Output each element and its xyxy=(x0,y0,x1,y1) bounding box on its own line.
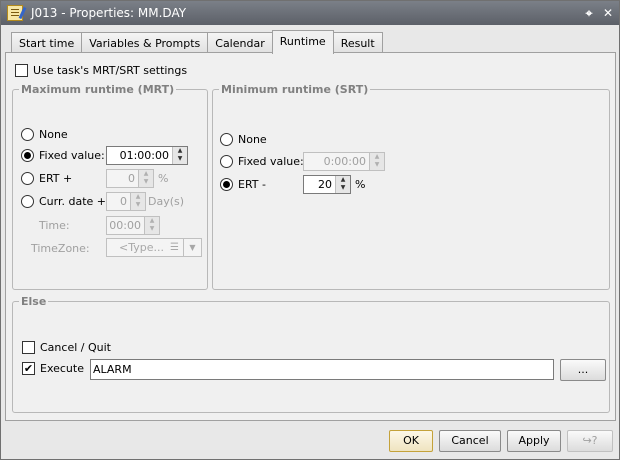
spin-down-icon[interactable]: ▼ xyxy=(173,155,187,163)
spin-down-icon[interactable]: ▼ xyxy=(139,178,153,186)
mrt-timezone-label: TimeZone: xyxy=(31,242,90,255)
mrt-fixed-label: Fixed value: xyxy=(39,149,105,162)
mrt-ert-radio[interactable] xyxy=(21,172,34,185)
mrt-ert-spinner[interactable]: 0 ▲ ▼ xyxy=(106,169,154,188)
mrt-curr-date-spinner[interactable]: 0 ▲ ▼ xyxy=(106,192,146,211)
srt-ert-radio[interactable] xyxy=(220,178,233,191)
browse-button[interactable]: ... xyxy=(560,359,606,381)
mrt-fixed-value-spinner[interactable]: 01:00:00 ▲ ▼ xyxy=(106,146,188,165)
srt-none-radio[interactable] xyxy=(220,133,233,146)
mrt-none-radio[interactable] xyxy=(21,128,34,141)
srt-ert-spinner[interactable]: 20 ▲ ▼ xyxy=(303,175,351,194)
mrt-ert-label: ERT + xyxy=(39,172,73,185)
mrt-ert-value: 0 xyxy=(128,172,135,185)
spin-up-icon[interactable]: ▲ xyxy=(173,147,187,155)
mrt-curr-date-unit: Day(s) xyxy=(148,195,185,208)
srt-group: Minimum runtime (SRT) xyxy=(212,83,610,290)
tab-start-time[interactable]: Start time xyxy=(11,32,83,54)
cancel-button[interactable]: Cancel xyxy=(439,430,501,452)
mrt-timezone-placeholder: <Type... xyxy=(119,241,164,254)
pin-icon[interactable]: ⌖ xyxy=(581,5,597,21)
spin-up-icon[interactable]: ▲ xyxy=(370,153,384,161)
properties-icon xyxy=(7,5,23,21)
mrt-ert-unit: % xyxy=(158,172,169,185)
cancel-quit-checkbox[interactable] xyxy=(22,341,35,354)
help-icon: ↪? xyxy=(582,434,598,447)
title-bar[interactable]: J013 - Properties: MM.DAY ⌖ ✕ xyxy=(1,1,619,25)
mrt-legend: Maximum runtime (MRT) xyxy=(21,83,175,96)
tab-calendar[interactable]: Calendar xyxy=(207,32,273,54)
spin-down-icon[interactable]: ▼ xyxy=(131,201,145,209)
use-task-settings-label: Use task's MRT/SRT settings xyxy=(33,64,188,77)
tab-variables-prompts[interactable]: Variables & Prompts xyxy=(81,32,209,54)
chevron-down-icon[interactable]: ▼ xyxy=(183,239,201,256)
else-group: Else xyxy=(12,295,610,413)
spin-up-icon[interactable]: ▲ xyxy=(139,170,153,178)
execute-checkbox[interactable]: ✔ xyxy=(22,362,35,375)
apply-button[interactable]: Apply xyxy=(507,430,561,452)
help-button[interactable]: ↪? xyxy=(567,430,613,452)
mrt-fixed-radio[interactable] xyxy=(21,149,34,162)
use-task-settings-checkbox[interactable] xyxy=(15,64,28,77)
execute-label: Execute xyxy=(40,362,84,375)
mrt-time-spinner[interactable]: 00:00 ▲ ▼ xyxy=(106,216,160,235)
srt-none-label: None xyxy=(238,133,267,146)
srt-fixed-value-spinner[interactable]: 0:00:00 ▲ ▼ xyxy=(303,152,385,171)
execute-object-field[interactable]: ALARM xyxy=(90,359,554,380)
runtime-panel: Use task's MRT/SRT settings Maximum runt… xyxy=(5,52,616,421)
spin-up-icon[interactable]: ▲ xyxy=(131,193,145,201)
spin-up-icon[interactable]: ▲ xyxy=(145,217,159,225)
spin-down-icon[interactable]: ▼ xyxy=(336,184,350,192)
else-legend: Else xyxy=(21,295,47,308)
srt-ert-value: 20 xyxy=(318,178,332,191)
spin-down-icon[interactable]: ▼ xyxy=(370,161,384,169)
srt-ert-unit: % xyxy=(355,178,366,191)
tab-runtime[interactable]: Runtime xyxy=(271,30,334,54)
properties-window: J013 - Properties: MM.DAY ⌖ ✕ Start time… xyxy=(0,0,620,460)
mrt-curr-date-radio[interactable] xyxy=(21,195,34,208)
tab-result[interactable]: Result xyxy=(332,32,383,54)
close-icon[interactable]: ✕ xyxy=(600,5,616,21)
tab-bar: Start time Variables & Prompts Calendar … xyxy=(11,30,383,54)
mrt-none-label: None xyxy=(39,128,68,141)
check-icon: ✔ xyxy=(23,362,34,375)
srt-fixed-value: 0:00:00 xyxy=(323,155,366,168)
mrt-fixed-value: 01:00:00 xyxy=(119,149,169,162)
list-icon[interactable]: ☰ xyxy=(170,242,179,253)
srt-fixed-radio[interactable] xyxy=(220,155,233,168)
srt-legend: Minimum runtime (SRT) xyxy=(221,83,369,96)
mrt-timezone-combo[interactable]: <Type... ☰ ▼ xyxy=(106,238,202,257)
spin-up-icon[interactable]: ▲ xyxy=(336,176,350,184)
mrt-time-value: 00:00 xyxy=(109,219,141,232)
window-title: J013 - Properties: MM.DAY xyxy=(31,6,187,20)
ok-button[interactable]: OK xyxy=(389,430,433,452)
mrt-curr-date-label: Curr. date + xyxy=(39,195,107,208)
srt-ert-label: ERT - xyxy=(238,178,266,191)
mrt-time-label: Time: xyxy=(39,219,70,232)
mrt-curr-date-value: 0 xyxy=(120,195,127,208)
cancel-quit-label: Cancel / Quit xyxy=(40,341,111,354)
spin-down-icon[interactable]: ▼ xyxy=(145,225,159,233)
srt-fixed-label: Fixed value: xyxy=(238,155,304,168)
